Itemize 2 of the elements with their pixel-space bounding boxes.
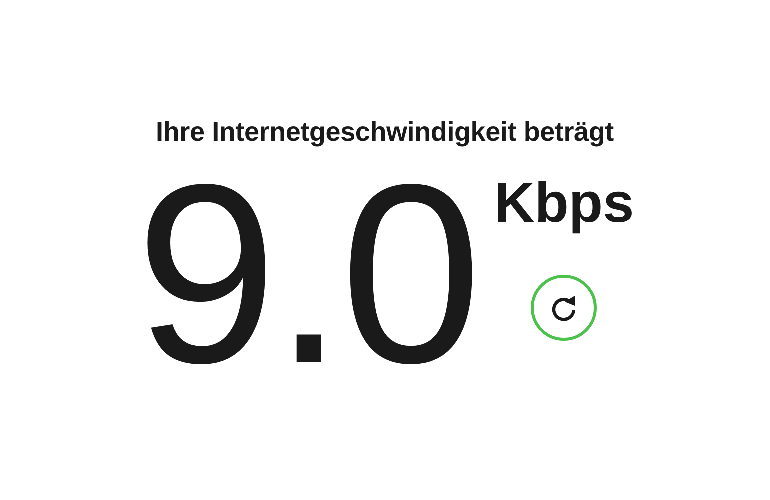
speed-value: 9.0 [136,146,478,402]
heading: Ihre Internetgeschwindigkeit beträgt [156,116,614,149]
